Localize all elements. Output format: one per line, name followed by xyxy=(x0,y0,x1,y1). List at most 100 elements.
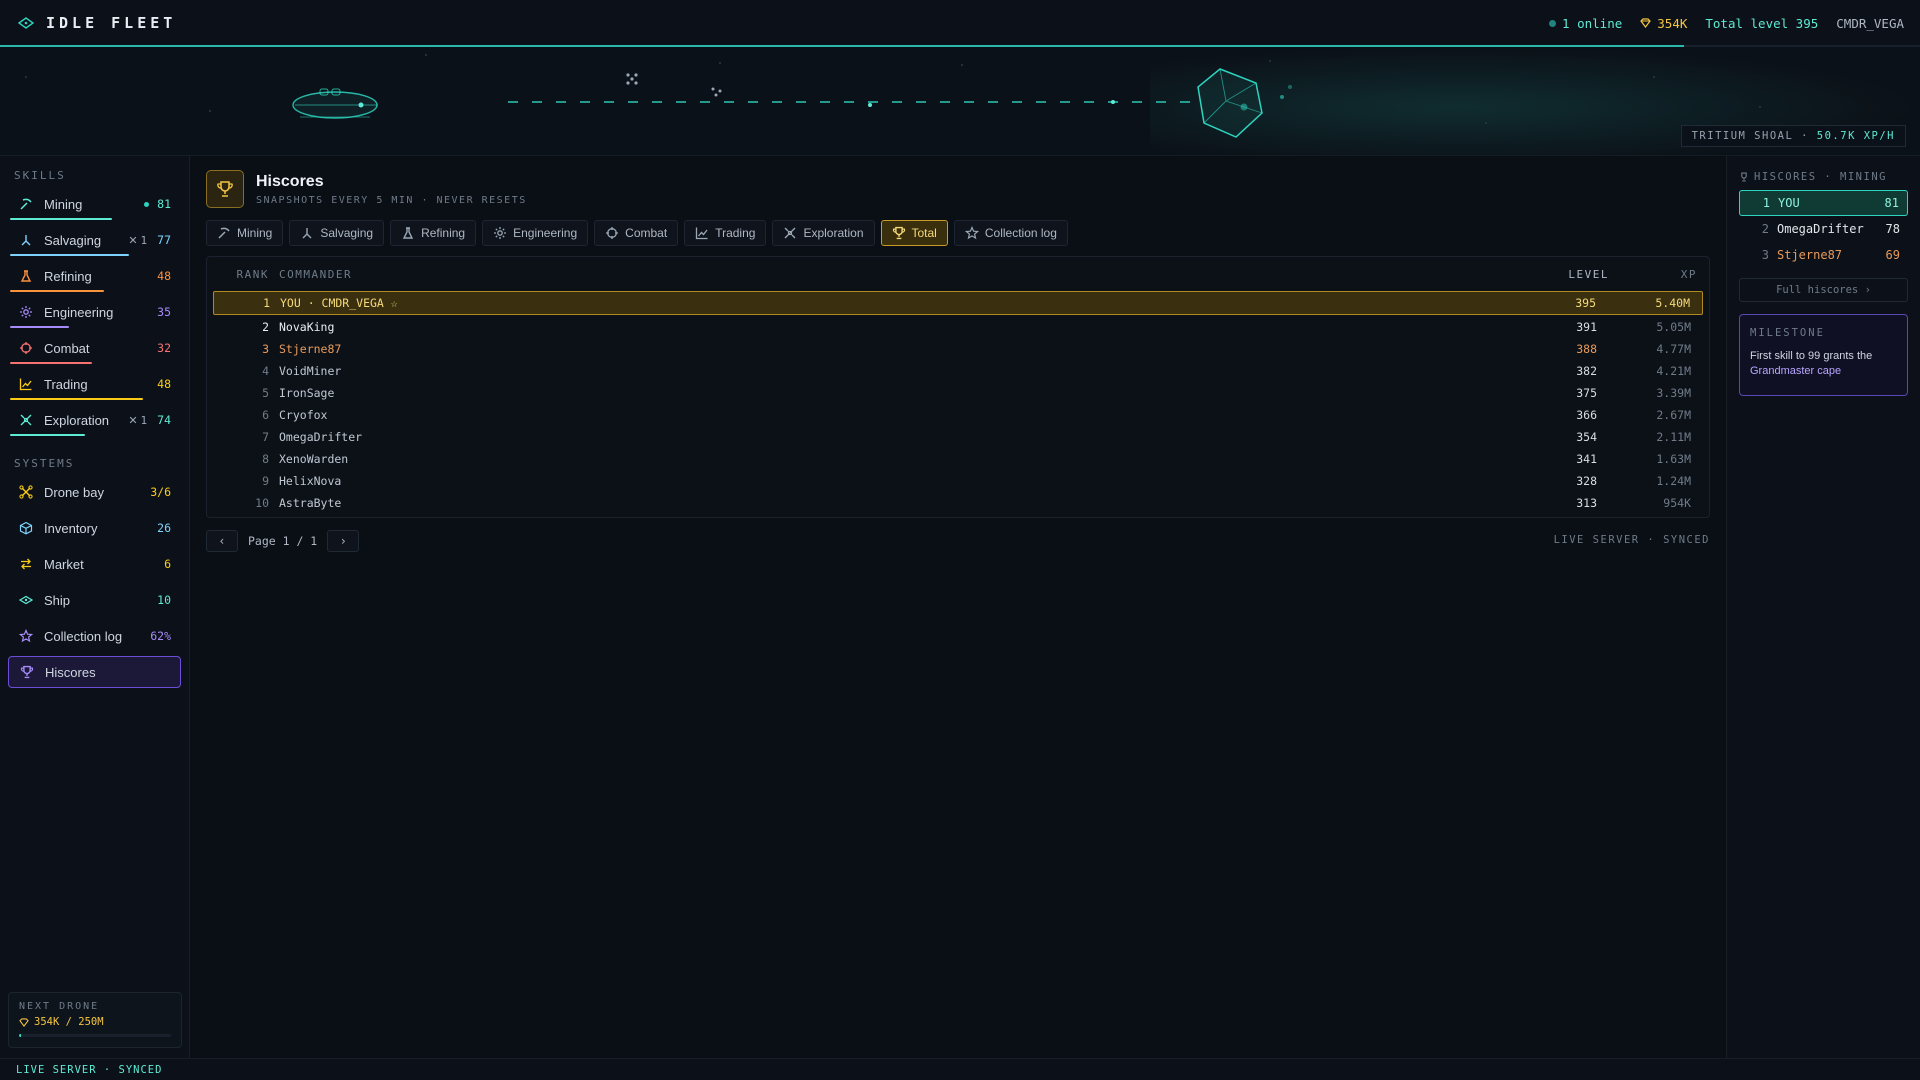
sidebar-system-ship[interactable]: Ship 10 xyxy=(0,582,189,618)
table-row[interactable]: 10 AstraByte 313 954K xyxy=(213,492,1703,514)
sidebar-skill-mining[interactable]: Mining 81 xyxy=(0,186,189,222)
tab-trading[interactable]: Trading xyxy=(684,220,767,246)
mini-hiscore-row[interactable]: 3 Stjerne87 69 xyxy=(1739,242,1908,268)
skill-progress-bar xyxy=(10,434,85,436)
tab-exploration[interactable]: Exploration xyxy=(772,220,875,246)
mini-level: 69 xyxy=(1885,248,1900,262)
sidebar-system-drone-bay[interactable]: Drone bay 3/6 xyxy=(0,474,189,510)
table-row[interactable]: 8 XenoWarden 341 1.63M xyxy=(213,448,1703,470)
pickaxe-icon xyxy=(18,196,34,212)
credits-gem-icon xyxy=(19,1017,29,1027)
rank-cell: 1 xyxy=(263,296,270,310)
credits-display: 354K xyxy=(1640,16,1687,31)
tab-collection-log[interactable]: Collection log xyxy=(953,220,1068,246)
brand[interactable]: IDLE FLEET xyxy=(18,14,176,32)
system-count: 6 xyxy=(164,557,171,571)
mining-scene-banner: TRITIUM SHOAL · 50.7K XP/H xyxy=(0,47,1920,156)
level-cell: 313 xyxy=(1576,496,1597,510)
table-row[interactable]: 1 YOU · CMDR_VEGA ☆ 395 5.40M xyxy=(213,291,1703,315)
table-row[interactable]: 5 IronSage 375 3.39M xyxy=(213,382,1703,404)
mini-hiscore-row[interactable]: 2 OmegaDrifter 78 xyxy=(1739,216,1908,242)
table-row[interactable]: 6 Cryofox 366 2.67M xyxy=(213,404,1703,426)
chart-icon xyxy=(695,226,709,240)
rank-cell: 6 xyxy=(262,408,269,422)
swap-icon xyxy=(18,556,34,572)
cube-icon xyxy=(18,520,34,536)
skill-name: Salvaging xyxy=(44,232,102,248)
skill-progress-bar xyxy=(10,218,112,220)
skill-progress-bar xyxy=(10,398,143,400)
mini-hiscores-label: HISCORES · MINING xyxy=(1739,168,1908,186)
assigned-drones: 1 xyxy=(128,414,147,427)
table-row[interactable]: 3 Stjerne87 388 4.77M xyxy=(213,338,1703,360)
xp-cell: 4.77M xyxy=(1656,342,1691,356)
commander-cell: NovaKing xyxy=(279,320,335,334)
sidebar-skill-refining[interactable]: Refining 48 xyxy=(0,258,189,294)
commander-cell: HelixNova xyxy=(279,474,342,488)
page-indicator: Page 1 / 1 xyxy=(248,534,318,548)
next-drone-progress xyxy=(19,1034,171,1037)
tab-refining[interactable]: Refining xyxy=(390,220,477,246)
crosshair-icon xyxy=(605,226,619,240)
prev-page-button[interactable]: ‹ xyxy=(206,530,238,552)
server-status: LIVE SERVER · SYNCED xyxy=(1553,534,1710,546)
assigned-drones: 1 xyxy=(128,234,147,247)
sidebar-skill-exploration[interactable]: Exploration 1 74 xyxy=(0,402,189,438)
tab-total[interactable]: Total xyxy=(880,220,948,246)
skill-level: 35 xyxy=(157,305,171,319)
tab-combat[interactable]: Combat xyxy=(594,220,679,246)
sidebar-system-hiscores[interactable]: Hiscores xyxy=(8,656,181,688)
tab-salvaging[interactable]: Salvaging xyxy=(289,220,385,246)
satellite-icon xyxy=(18,412,34,428)
table-row[interactable]: 2 NovaKing 391 5.05M xyxy=(213,316,1703,338)
rank-cell: 9 xyxy=(262,474,269,488)
drone-icon xyxy=(128,235,138,245)
flask-icon xyxy=(401,226,415,240)
satellite-icon xyxy=(783,226,797,240)
skill-progress-bar xyxy=(10,362,92,364)
sidebar-system-collection-log[interactable]: Collection log 62% xyxy=(0,618,189,654)
username[interactable]: CMDR_VEGA xyxy=(1836,16,1904,31)
level-cell: 375 xyxy=(1576,386,1597,400)
tab-engineering[interactable]: Engineering xyxy=(482,220,589,246)
level-cell: 382 xyxy=(1576,364,1597,378)
chart-icon xyxy=(18,376,34,392)
ship-icon xyxy=(18,592,34,608)
skill-level: 48 xyxy=(157,269,171,283)
mini-hiscore-row[interactable]: 1 YOU 81 xyxy=(1739,190,1908,216)
sidebar-skill-salvaging[interactable]: Salvaging 1 77 xyxy=(0,222,189,258)
skill-progress-bar xyxy=(10,326,69,328)
sidebar-skill-combat[interactable]: Combat 32 xyxy=(0,330,189,366)
table-row[interactable]: 4 VoidMiner 382 4.21M xyxy=(213,360,1703,382)
crosshair-icon xyxy=(18,340,34,356)
sidebar-system-market[interactable]: Market 6 xyxy=(0,546,189,582)
system-count: 3/6 xyxy=(150,485,171,499)
tab-mining[interactable]: Mining xyxy=(206,220,284,246)
location-tag: TRITIUM SHOAL · 50.7K XP/H xyxy=(1680,125,1906,147)
footer-status: LIVE SERVER · SYNCED xyxy=(0,1058,1920,1080)
commander-cell: VoidMiner xyxy=(279,364,342,378)
sidebar-skill-trading[interactable]: Trading 48 xyxy=(0,366,189,402)
scene-graphic xyxy=(25,54,1761,138)
sidebar-system-inventory[interactable]: Inventory 26 xyxy=(0,510,189,546)
gear-icon xyxy=(18,304,34,320)
online-dot-icon xyxy=(1549,19,1557,27)
mini-rank: 3 xyxy=(1761,248,1769,262)
sidebar-skill-engineering[interactable]: Engineering 35 xyxy=(0,294,189,330)
full-hiscores-button[interactable]: Full hiscores › xyxy=(1739,278,1908,302)
drone-icon xyxy=(18,484,34,500)
level-cell: 341 xyxy=(1576,452,1597,466)
app-title: IDLE FLEET xyxy=(46,14,177,32)
drone-icon xyxy=(128,415,138,425)
system-name: Drone bay xyxy=(44,484,104,500)
level-cell: 328 xyxy=(1576,474,1597,488)
system-name: Ship xyxy=(44,592,71,608)
pagination: ‹ Page 1 / 1 › xyxy=(206,530,360,552)
table-row[interactable]: 9 HelixNova 328 1.24M xyxy=(213,470,1703,492)
next-page-button[interactable]: › xyxy=(327,530,360,552)
system-count: 26 xyxy=(157,521,171,535)
table-row[interactable]: 7 OmegaDrifter 354 2.11M xyxy=(213,426,1703,448)
level-cell: 391 xyxy=(1576,320,1597,334)
rank-cell: 8 xyxy=(262,452,269,466)
online-indicator: 1 online xyxy=(1549,16,1622,31)
